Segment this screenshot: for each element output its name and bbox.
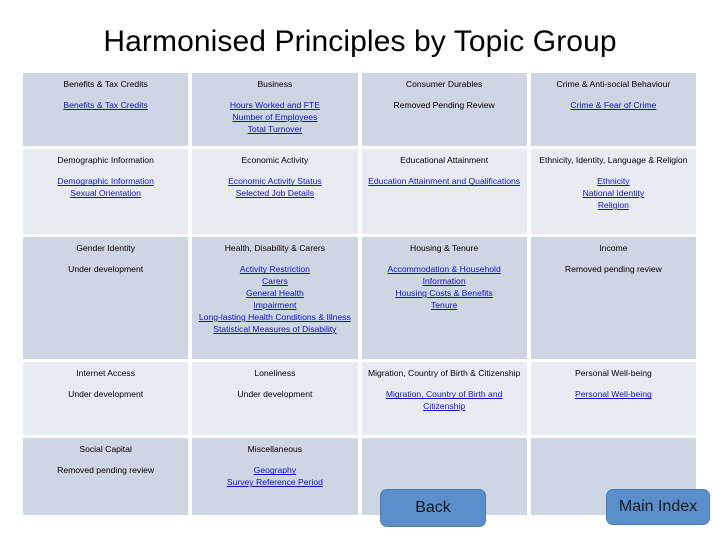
main-index-button[interactable]: Main Index	[606, 489, 710, 525]
topic-heading: Miscellaneous	[247, 444, 303, 454]
topic-link[interactable]: Crime & Fear of Crime	[537, 100, 690, 112]
topic-heading: Business	[257, 79, 293, 89]
topic-link[interactable]: Personal Well-being	[537, 389, 690, 401]
topic-heading: Housing & Tenure	[410, 243, 479, 253]
topic-link[interactable]: Benefits & Tax Credits	[29, 100, 182, 112]
topic-status-note: Removed pending review	[564, 264, 662, 275]
topic-heading: Consumer Durables	[405, 79, 483, 89]
topic-link[interactable]: Tenure	[368, 300, 521, 312]
topic-heading: Crime & Anti-social Behaviour	[556, 79, 671, 89]
topic-link[interactable]: Religion	[537, 200, 690, 212]
topic-link[interactable]: Statistical Measures of Disability	[198, 324, 351, 336]
topic-link-list: Accommodation & Household Information Hou…	[366, 264, 523, 311]
topic-cell: Business Hours Worked and FTE Number of Em…	[192, 73, 358, 146]
topic-cell: Demographic Information Demographic Infor…	[23, 149, 189, 234]
topic-link[interactable]: Migration, Country of Birth and Citizens…	[368, 389, 521, 413]
topic-heading: Benefits & Tax Credits	[63, 79, 148, 89]
topic-link-list: Benefits & Tax Credits	[27, 100, 184, 112]
topic-heading: Gender Identity	[76, 243, 135, 253]
topic-link[interactable]: Demographic Information	[29, 176, 182, 188]
topic-cell: Health, Disability & Carers Activity Rest…	[192, 237, 358, 359]
topic-cell: Gender Identity Under development	[23, 237, 189, 359]
topic-link-list: Demographic Information Sexual Orientatio…	[27, 176, 184, 200]
topic-heading: Income	[599, 243, 628, 253]
topic-cell: Crime & Anti-social Behaviour Crime & Fea…	[530, 73, 696, 146]
topic-cell: Migration, Country of Birth & Citizenshi…	[361, 362, 527, 435]
topic-link[interactable]: Total Turnover	[198, 124, 351, 136]
topic-link[interactable]: Impairment	[198, 300, 351, 312]
topic-cell: Ethnicity, Identity, Language & Religion…	[530, 149, 696, 234]
topic-cell: Educational Attainment Education Attainme…	[361, 149, 527, 234]
topic-heading: Social Capital	[79, 444, 132, 454]
grid-row: Internet Access Under development Loneline…	[23, 362, 696, 435]
topic-cell: Loneliness Under development	[192, 362, 358, 435]
back-button[interactable]: Back	[380, 489, 486, 527]
topic-heading: Loneliness	[254, 368, 296, 378]
topic-link[interactable]: Accommodation & Household Information	[368, 264, 521, 288]
topic-link-list: Geography Survey Reference Period	[196, 465, 353, 489]
topic-group-grid: Benefits & Tax Credits Benefits & Tax Cre…	[19, 70, 700, 518]
topic-link-list: Ethnicity National Identity Religion	[535, 176, 692, 212]
topic-link[interactable]: Sexual Orientation	[29, 188, 182, 200]
topic-cell: Personal Well-being Personal Well-being	[530, 362, 696, 435]
topic-link-list: Education Attainment and Qualifications	[366, 176, 523, 188]
topic-link[interactable]: Carers	[198, 276, 351, 288]
topic-link[interactable]: National Identity	[537, 188, 690, 200]
topic-link[interactable]: Hours Worked and FTE	[198, 100, 351, 112]
topic-cell: Income Removed pending review	[530, 237, 696, 359]
slide-root: Harmonised Principles by Topic Group Ben…	[0, 0, 720, 540]
topic-status-note: Under development	[68, 264, 144, 275]
topic-heading: Internet Access	[76, 368, 135, 378]
topic-cell: Consumer Durables Removed Pending Review	[361, 73, 527, 146]
topic-link[interactable]: Housing Costs & Benefits	[368, 288, 521, 300]
topic-link[interactable]: Ethnicity	[537, 176, 690, 188]
grid-body: Benefits & Tax Credits Benefits & Tax Cre…	[23, 73, 696, 515]
topic-link-list: Personal Well-being	[535, 389, 692, 401]
topic-link[interactable]: Number of Employees	[198, 112, 351, 124]
topic-link-list: Migration, Country of Birth and Citizens…	[366, 389, 523, 413]
topic-status-note: Removed pending review	[57, 465, 155, 476]
topic-heading: Personal Well-being	[575, 368, 652, 378]
grid-row: Benefits & Tax Credits Benefits & Tax Cre…	[23, 73, 696, 146]
topic-link-list: Economic Activity Status Selected Job Det…	[196, 176, 353, 200]
topic-heading: Economic Activity	[241, 155, 309, 165]
topic-status-note: Under development	[68, 389, 144, 400]
topic-link[interactable]: Education Attainment and Qualifications	[368, 176, 521, 188]
topic-heading: Health, Disability & Carers	[224, 243, 326, 253]
topic-status-note: Removed Pending Review	[393, 100, 495, 111]
grid-row: Gender Identity Under development Health, …	[23, 237, 696, 359]
grid-row: Demographic Information Demographic Infor…	[23, 149, 696, 234]
topic-status-note: Under development	[237, 389, 313, 400]
topic-heading: Demographic Information	[57, 155, 154, 165]
topic-cell: Housing & Tenure Accommodation & Househol…	[361, 237, 527, 359]
page-title: Harmonised Principles by Topic Group	[103, 25, 617, 58]
topic-link[interactable]: Activity Restriction	[198, 264, 351, 276]
topic-link[interactable]: Long-lasting Health Conditions & Illness	[198, 312, 351, 324]
topic-link[interactable]: Economic Activity Status	[198, 176, 351, 188]
topic-heading: Educational Attainment	[400, 155, 489, 165]
topic-heading: Migration, Country of Birth & Citizenshi…	[367, 368, 521, 378]
topic-heading: Ethnicity, Identity, Language & Religion	[539, 155, 688, 165]
button-row: Back Main Index	[0, 487, 720, 533]
topic-link[interactable]: General Health	[198, 288, 351, 300]
topic-link-list: Hours Worked and FTE Number of Employees T…	[196, 100, 353, 136]
topic-cell: Economic Activity Economic Activity Statu…	[192, 149, 358, 234]
topic-cell: Benefits & Tax Credits Benefits & Tax Cre…	[23, 73, 189, 146]
topic-link[interactable]: Geography	[198, 465, 351, 477]
topic-cell: Internet Access Under development	[23, 362, 189, 435]
topic-link[interactable]: Selected Job Details	[198, 188, 351, 200]
topic-link-list: Crime & Fear of Crime	[535, 100, 692, 112]
topic-link-list: Activity Restriction Carers General Health…	[196, 264, 353, 335]
